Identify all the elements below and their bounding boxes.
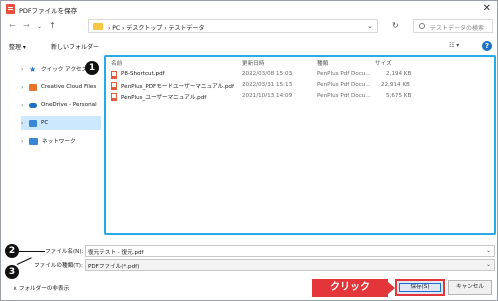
sidebar-item-label: クイック アクセス	[41, 67, 88, 73]
file-name: PenPlus_PDFモードユーザーマニュアル.pdf	[121, 84, 234, 90]
pdf-file-icon	[111, 93, 117, 101]
file-size: 5,675 KB	[386, 93, 412, 99]
file-date: 2022/03/08 15:03	[242, 71, 293, 77]
expand-chevron-icon[interactable]: ›	[21, 138, 29, 145]
expand-chevron-icon[interactable]: ›	[21, 120, 29, 127]
sidebar-item-label: Creative Cloud Files	[41, 84, 97, 90]
window-title: PDFファイルを保存	[19, 7, 78, 15]
file-date: 2021/10/13 14:09	[242, 93, 293, 99]
file-date: 2022/03/31 15:13	[242, 82, 293, 88]
sidebar-item-creative-cloud[interactable]: › Creative Cloud Files	[21, 80, 101, 94]
file-row[interactable]: PenPlus_PDFモードユーザーマニュアル.pdf 2022/03/31 1…	[110, 81, 492, 91]
column-header-size[interactable]: サイズ	[375, 59, 392, 67]
save-button[interactable]: 保存(S)	[395, 279, 445, 296]
column-header-type[interactable]: 種類	[317, 59, 328, 67]
address-row: ← → ⌄ ↑ › PC › デスクトップ › テストデータ ⌄ ↻ テストデー…	[1, 18, 497, 35]
expand-chevron-icon[interactable]: ›	[21, 84, 29, 91]
column-header-date[interactable]: 更新日時	[242, 59, 264, 67]
filename-row: 2 ファイル名(N): 復元テスト - 復元.pdf ⌄	[1, 244, 497, 258]
filetype-row: 3 ファイルの種類(T): PDFファイル(*.pdf) ⌄	[1, 257, 497, 279]
view-options-icon[interactable]: ☷ ▾	[449, 42, 459, 49]
save-button-focus-ring	[399, 283, 441, 292]
filetype-label: ファイルの種類(T):	[34, 263, 83, 269]
refresh-icon[interactable]: ↻	[392, 21, 399, 30]
network-icon	[29, 137, 38, 145]
filename-input[interactable]: 復元テスト - 復元.pdf ⌄	[85, 245, 495, 257]
file-row[interactable]: P8-Shortcut.pdf 2022/03/08 15:03 PenPlus…	[110, 70, 492, 80]
file-size: 2,194 KB	[386, 71, 412, 77]
pc-icon	[29, 119, 37, 127]
pdf-app-icon	[6, 4, 15, 14]
file-name: P8-Shortcut.pdf	[121, 71, 165, 77]
sidebar-item-onedrive[interactable]: › OneDrive - Personal	[21, 98, 101, 112]
chevron-down-icon[interactable]: ⌄	[486, 261, 491, 268]
navigation-pane: › ★ クイック アクセス › Creative Cloud Files › O…	[21, 55, 101, 235]
search-icon	[419, 23, 425, 29]
file-size: 22,914 KB	[381, 82, 410, 88]
pdf-file-icon	[111, 82, 117, 90]
cancel-button[interactable]: キャンセル	[448, 280, 492, 295]
folder-icon	[93, 23, 103, 30]
save-pdf-dialog: PDFファイルを保存 ✕ ← → ⌄ ↑ › PC › デスクトップ › テスト…	[0, 0, 498, 301]
filename-value: 復元テスト - 復元.pdf	[88, 250, 144, 256]
click-callout: クリック	[312, 279, 388, 297]
title-bar: PDFファイルを保存 ✕	[1, 1, 497, 17]
organize-button[interactable]: 整理 ▾	[9, 42, 26, 51]
sidebar-item-label: PC	[41, 120, 49, 126]
hide-folders-toggle[interactable]: ∧ フォルダーの非表示	[13, 284, 69, 292]
expand-chevron-icon[interactable]: ›	[21, 102, 29, 109]
sidebar-item-network[interactable]: › ネットワーク	[21, 134, 101, 148]
dialog-footer: ∧ フォルダーの非表示 クリック 保存(S) キャンセル	[1, 276, 497, 300]
pdf-file-icon	[111, 71, 117, 79]
close-icon[interactable]: ✕	[483, 3, 491, 14]
address-bar[interactable]: › PC › デスクトップ › テストデータ ⌄	[88, 19, 378, 33]
filename-label: ファイル名(N):	[45, 249, 84, 255]
toolbar: 整理 ▾ 新しいフォルダー ☷ ▾ ?	[1, 39, 497, 53]
recent-chevron-icon[interactable]: ⌄	[37, 23, 42, 30]
search-input[interactable]: テストデータの検索	[413, 19, 493, 33]
new-folder-button[interactable]: 新しいフォルダー	[51, 42, 99, 51]
file-type: PenPlus Pdf Docu...	[317, 93, 371, 99]
sidebar-item-pc[interactable]: › PC	[21, 116, 101, 130]
callout-leader-line	[16, 257, 32, 265]
up-arrow-icon[interactable]: ↑	[49, 21, 56, 30]
filetype-value: PDFファイル(*.pdf)	[88, 264, 140, 270]
expand-chevron-icon[interactable]: ›	[21, 66, 29, 73]
forward-arrow-icon[interactable]: →	[23, 21, 30, 30]
onedrive-icon	[29, 102, 37, 108]
file-name: PenPlus_ユーザーマニュアル.pdf	[121, 95, 207, 101]
callout-badge-2: 2	[5, 244, 19, 258]
cloud-icon	[29, 83, 37, 91]
sidebar-item-label: ネットワーク	[42, 139, 76, 145]
callout-leader-line	[19, 251, 45, 252]
filetype-select[interactable]: PDFファイル(*.pdf) ⌄	[85, 259, 495, 271]
star-icon: ★	[29, 64, 37, 74]
file-row[interactable]: PenPlus_ユーザーマニュアル.pdf 2021/10/13 14:09 P…	[110, 92, 492, 102]
file-type: PenPlus Pdf Docu...	[317, 71, 371, 77]
breadcrumb[interactable]: › PC › デスクトップ › テストデータ	[108, 23, 205, 32]
chevron-down-icon[interactable]: ⌄	[367, 22, 373, 30]
help-icon[interactable]: ?	[482, 41, 492, 51]
chevron-down-icon[interactable]: ⌄	[486, 247, 491, 254]
search-placeholder: テストデータの検索	[430, 25, 485, 32]
back-arrow-icon[interactable]: ←	[9, 21, 16, 30]
callout-badge-1: 1	[85, 61, 99, 75]
file-list[interactable]: 名前 更新日時 種類 サイズ P8-Shortcut.pdf 2022/03/0…	[104, 55, 496, 235]
callout-arrow-icon	[388, 282, 395, 294]
sidebar-item-label: OneDrive - Personal	[41, 102, 97, 108]
column-header-name[interactable]: 名前	[111, 59, 122, 67]
file-type: PenPlus Pdf Docu...	[317, 82, 371, 88]
